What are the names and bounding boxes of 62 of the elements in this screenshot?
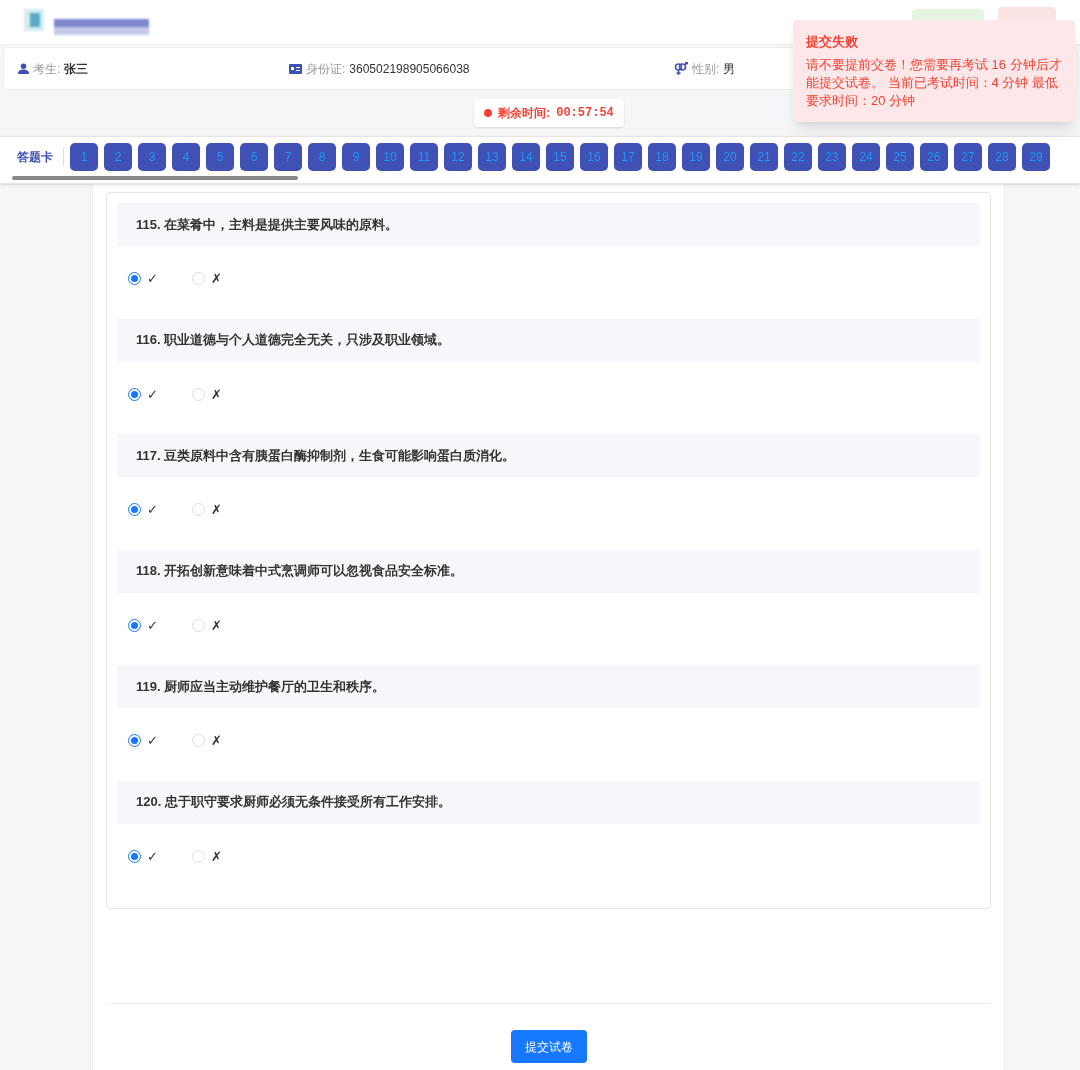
question-number-button[interactable]: 17 [614,143,642,171]
radio-option[interactable]: ✗ [192,731,226,751]
question-number-button[interactable]: 9 [342,143,370,171]
gender-value: 男 [723,60,736,78]
toast-message: 请不要提前交卷！您需要再考试 16 分钟后才能提交试卷。 当前已考试时间：4 分钟 最低要求时间：20 分钟 [806,55,1062,110]
question-title: 116. 职业道德与个人道德完全无关，只涉及职业领域。 [117,318,980,362]
question-title: 119. 厨师应当主动维护餐厅的卫生和秩序。 [117,665,980,708]
id-card-icon [289,63,302,74]
question-number-button[interactable]: 19 [682,143,710,171]
candidate-name: 张三 [64,60,89,78]
question-number-button[interactable]: 12 [444,143,472,171]
question-title: 120. 忠于职守要求厨师必须无条件接受所有工作安排。 [117,780,980,824]
question-number-button[interactable]: 2 [104,143,132,171]
user-icon [18,63,29,74]
question-number-button[interactable]: 23 [818,143,846,171]
question-number-button[interactable]: 18 [648,143,676,171]
id-number: 360502198905066038 [349,60,470,78]
radio-option[interactable]: ✗ [192,846,226,866]
question-number-button[interactable]: 26 [920,143,948,171]
question-number-button[interactable]: 20 [716,143,744,171]
question-title: 118. 开拓创新意味着中式烹调师可以忽视食品安全标准。 [117,549,980,593]
radio-option[interactable]: ✓ [128,500,162,520]
answer-card-label: 答题卡 [17,148,64,166]
question-number-button[interactable]: 22 [784,143,812,171]
question-title: 117. 豆类原料中含有胰蛋白酶抑制剂，生食可能影响蛋白质消化。 [117,434,980,477]
question-number-button[interactable]: 8 [308,143,336,171]
toast-title: 提交失败 [806,33,859,51]
radio-option[interactable]: ✗ [192,615,226,635]
question-number-button[interactable]: 5 [206,143,234,171]
question-number-button[interactable]: 6 [240,143,268,171]
question-number-button[interactable]: 10 [376,143,404,171]
question-number-button[interactable]: 25 [886,143,914,171]
question-number-button[interactable]: 4 [172,143,200,171]
question-number-button[interactable]: 1 [70,143,98,171]
radio-option[interactable]: ✗ [192,269,226,289]
question-number-button[interactable]: 11 [410,143,438,171]
timer-label: 剩余时间: [498,105,551,122]
field-label: 考生: [33,60,61,78]
gender-icon [674,62,688,75]
radio-option[interactable]: ✓ [128,615,162,635]
radio-option[interactable]: ✗ [192,384,226,404]
radio-option[interactable]: ✓ [128,384,162,404]
field-label: 性别: [692,60,720,78]
question-number-button[interactable]: 15 [546,143,574,171]
question-number-button[interactable]: 27 [954,143,982,171]
question-number-button[interactable]: 16 [580,143,608,171]
radio-option[interactable]: ✓ [128,846,162,866]
question-number-button[interactable]: 13 [478,143,506,171]
question-number-button[interactable]: 24 [852,143,880,171]
question-number-button[interactable]: 28 [988,143,1016,171]
field-label: 身份证: [306,60,346,78]
submit-exam-button[interactable]: 提交试卷 [510,1030,587,1063]
radio-option[interactable]: ✗ [192,500,226,520]
question-number-button[interactable]: 3 [138,143,166,171]
radio-option[interactable]: ✓ [128,269,162,289]
question-number-button[interactable]: 29 [1022,143,1050,171]
question-number-button[interactable]: 7 [274,143,302,171]
timer-value: 00:57:54 [556,105,614,122]
question-title: 115. 在菜肴中，主料是提供主要风味的原料。 [117,203,980,246]
question-number-button[interactable]: 14 [512,143,540,171]
question-number-button[interactable]: 21 [750,143,778,171]
radio-option[interactable]: ✓ [128,731,162,751]
